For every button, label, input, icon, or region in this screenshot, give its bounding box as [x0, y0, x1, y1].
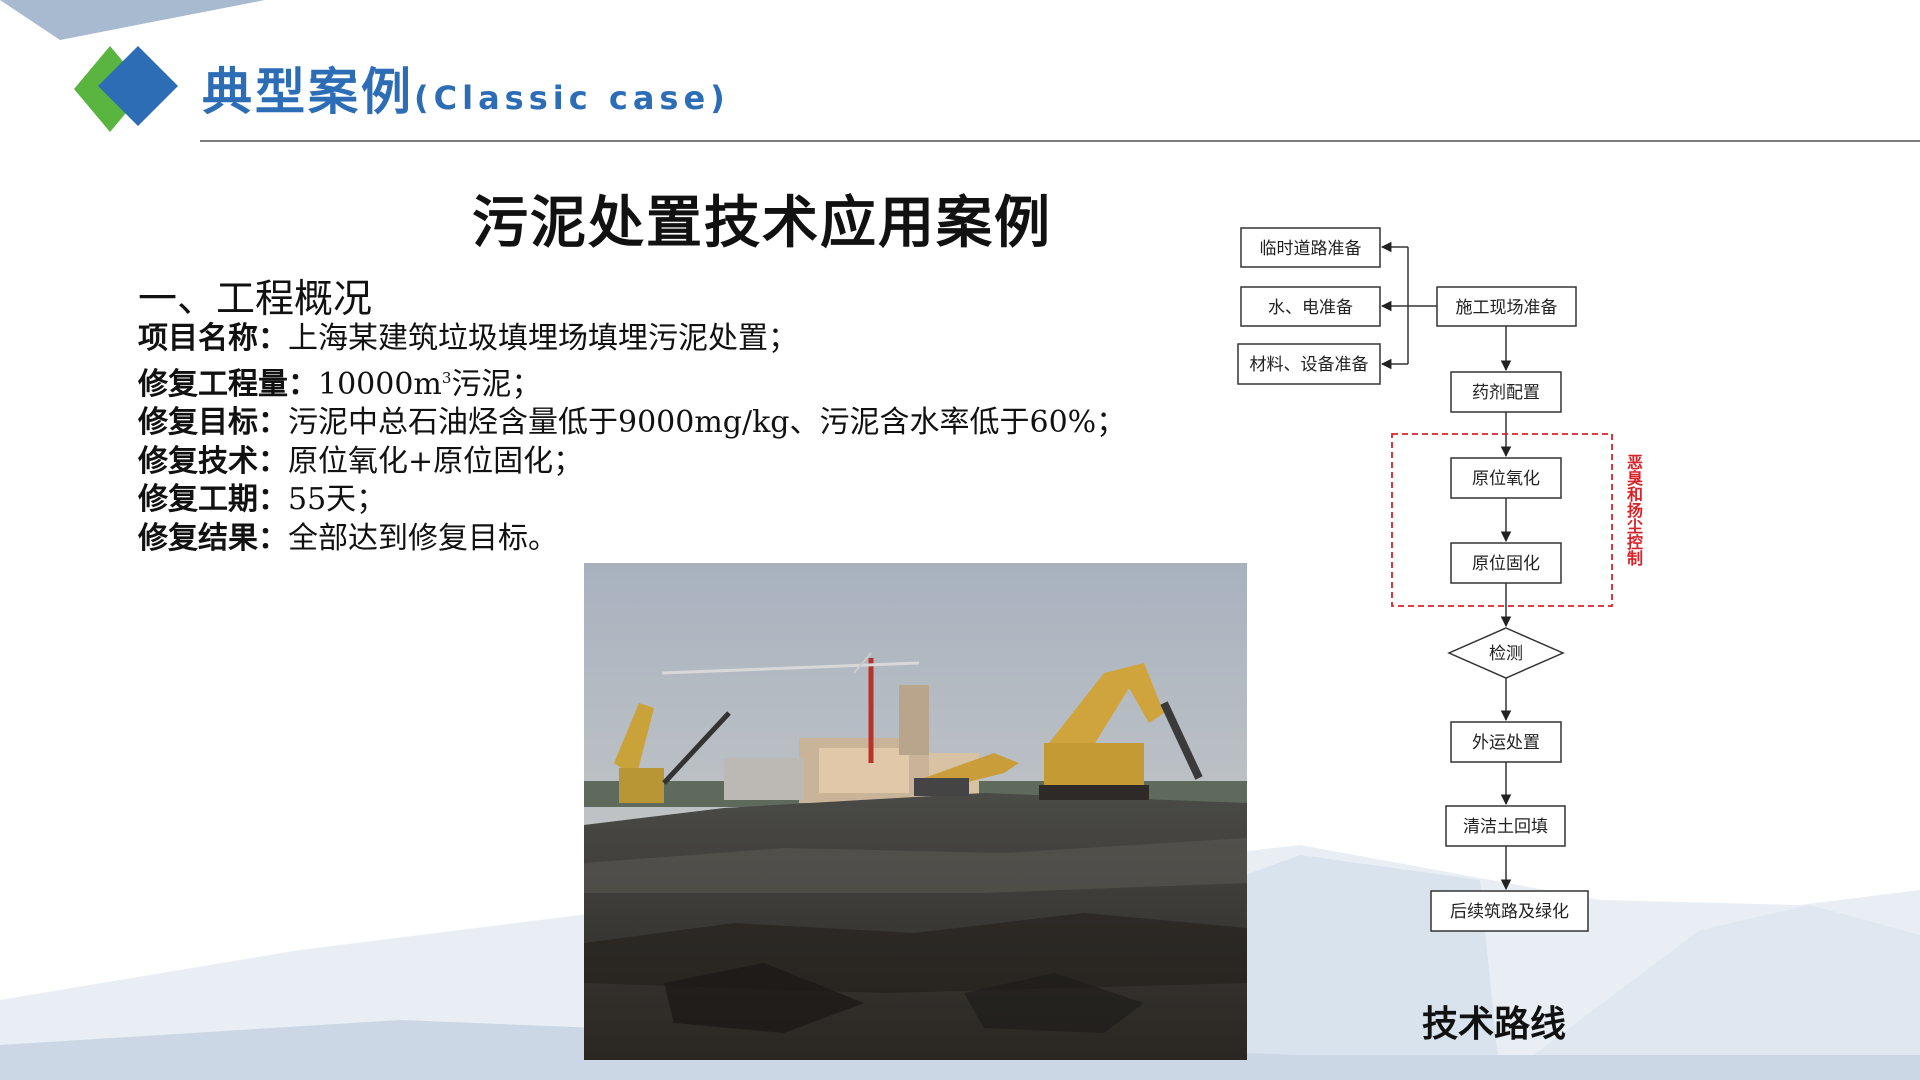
- flow-node-clean-soil-backfill: 清洁土回填: [1445, 805, 1566, 847]
- flow-node-offsite-disposal: 外运处置: [1450, 721, 1562, 763]
- flow-node-label: 原位固化: [1472, 554, 1540, 574]
- control-label: 恶臭和扬尘控制: [1624, 454, 1643, 566]
- flow-node-label: 原位氧化: [1472, 469, 1540, 489]
- flow-node-temporary-road: 临时道路准备: [1240, 227, 1381, 268]
- flow-node-label: 检测: [1489, 644, 1523, 664]
- flow-node-label: 水、电准备: [1268, 298, 1353, 318]
- flow-node-label: 外运处置: [1472, 733, 1540, 753]
- flow-node-water-power: 水、电准备: [1240, 286, 1381, 327]
- flow-node-label: 后续筑路及绿化: [1450, 902, 1569, 922]
- flow-node-testing: 检测: [1447, 627, 1565, 679]
- flow-node-materials-equipment: 材料、设备准备: [1237, 343, 1381, 385]
- flow-node-in-situ-solidification: 原位固化: [1450, 542, 1562, 584]
- flow-node-in-situ-oxidation: 原位氧化: [1450, 457, 1562, 499]
- flow-node-label: 药剂配置: [1472, 383, 1540, 403]
- flow-node-road-and-greening: 后续筑路及绿化: [1430, 890, 1589, 932]
- flow-node-label: 材料、设备准备: [1250, 355, 1369, 375]
- flow-node-reagent-preparation: 药剂配置: [1450, 371, 1562, 413]
- flow-node-site-preparation: 施工现场准备: [1436, 286, 1577, 327]
- flow-node-label: 临时道路准备: [1260, 239, 1362, 259]
- flowchart-caption: 技术路线: [1422, 1004, 1567, 1045]
- flow-node-label: 清洁土回填: [1463, 817, 1548, 837]
- flow-node-label: 施工现场准备: [1456, 298, 1558, 318]
